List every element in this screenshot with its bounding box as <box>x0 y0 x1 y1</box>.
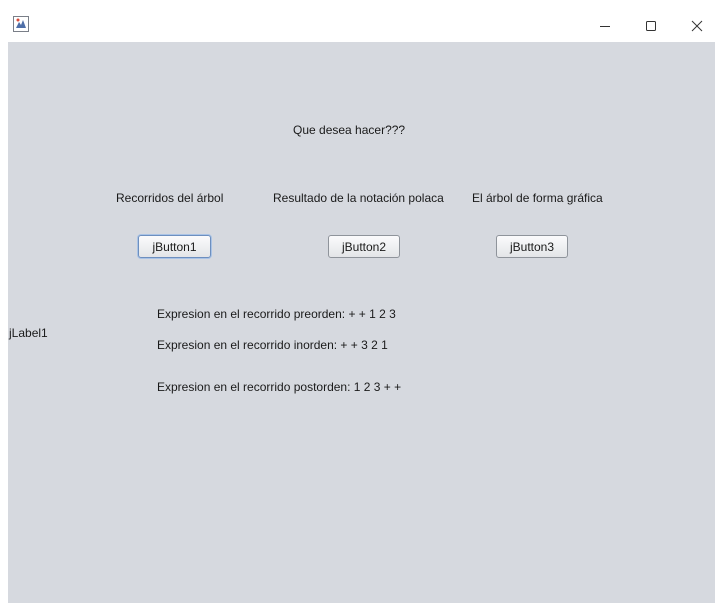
option-label-notacion-polaca: Resultado de la notación polaca <box>273 191 444 205</box>
side-label: jLabel1 <box>9 326 48 340</box>
expression-postorden: Expresion en el recorrido postorden: 1 2… <box>157 380 402 394</box>
prompt-label: Que desea hacer??? <box>293 123 406 137</box>
java-app-icon <box>13 16 29 32</box>
option-label-recorridos: Recorridos del árbol <box>116 191 224 205</box>
expression-preorden: Expresion en el recorrido preorden: + + … <box>157 307 396 321</box>
maximize-button[interactable] <box>628 10 674 42</box>
close-icon <box>691 20 703 32</box>
jbutton2-button[interactable]: jButton2 <box>328 235 400 258</box>
close-button[interactable] <box>674 10 715 42</box>
minimize-button[interactable] <box>582 10 628 42</box>
jbutton1-button[interactable]: jButton1 <box>138 235 211 258</box>
expression-inorden: Expresion en el recorrido inorden: + + 3… <box>157 338 388 352</box>
app-window: Que desea hacer??? Recorridos del árbol … <box>8 10 715 603</box>
jbutton3-button[interactable]: jButton3 <box>496 235 568 258</box>
title-bar[interactable] <box>8 10 715 42</box>
maximize-icon <box>646 21 656 31</box>
minimize-icon <box>600 26 610 27</box>
option-label-arbol-grafico: El árbol de forma gráfica <box>472 191 603 205</box>
